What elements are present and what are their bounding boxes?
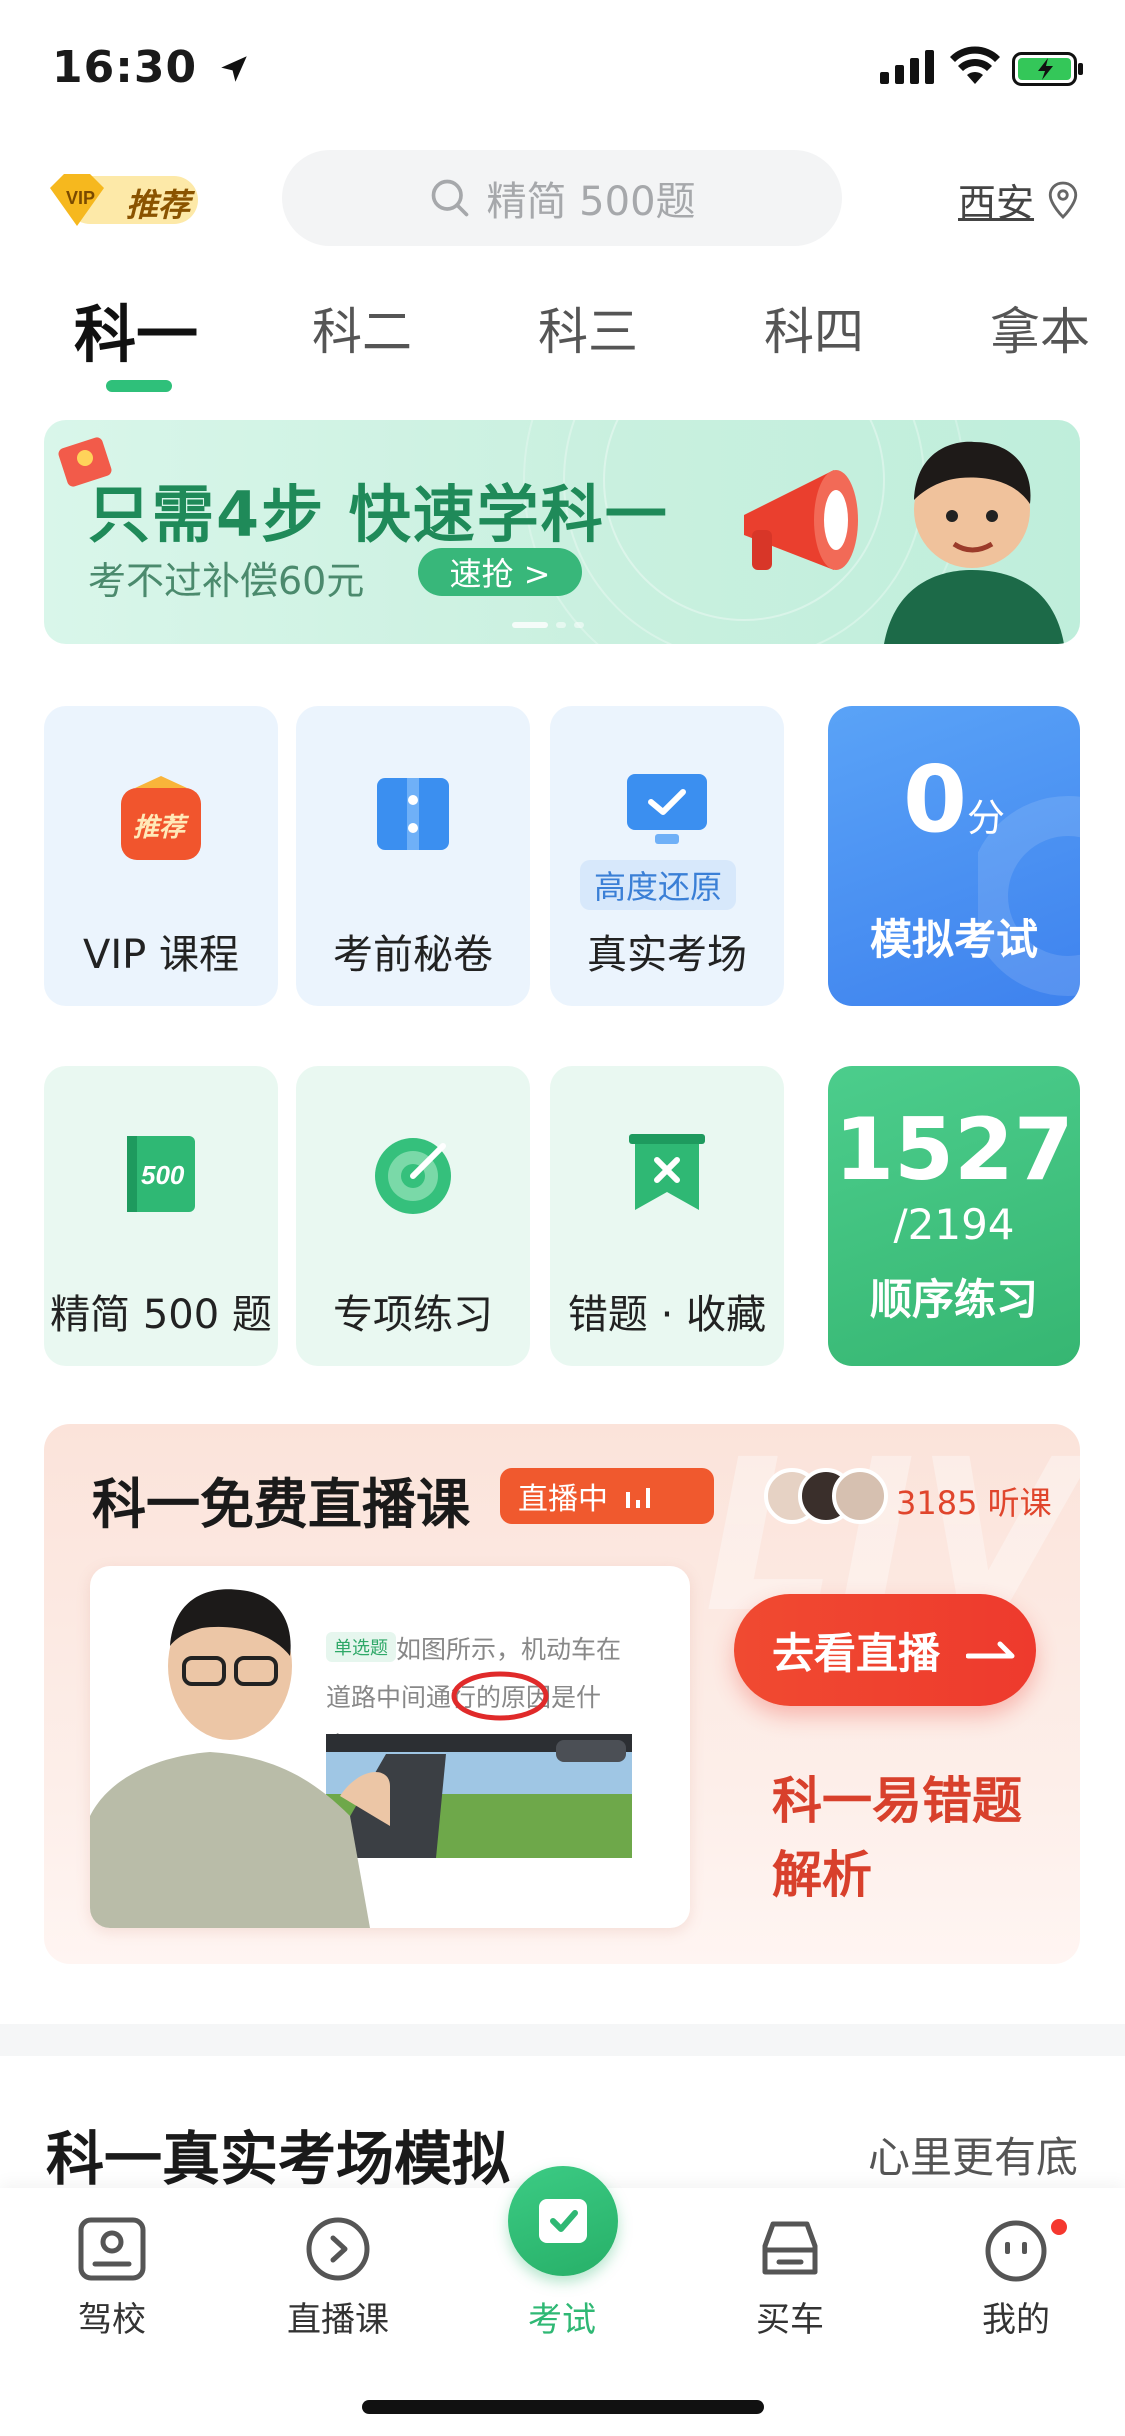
notification-dot	[1048, 2216, 1070, 2238]
watch-live-button[interactable]: 去看直播	[734, 1594, 1036, 1706]
live-topic: 科一易错题解析	[772, 1772, 1022, 1904]
mock-exam-card[interactable]: 0分 模拟考试	[828, 706, 1080, 1006]
wrong-favorites-tile[interactable]: 错题 · 收藏	[550, 1066, 784, 1366]
location-pin-icon[interactable]	[1046, 180, 1080, 220]
nav-driving-school-label: 驾校	[78, 2300, 146, 2340]
lite-500-label: 精简 500 题	[50, 1292, 272, 1338]
vip-recommend-badge[interactable]: VIP 推荐	[46, 170, 200, 230]
car-icon	[762, 2221, 818, 2275]
sequence-practice-card[interactable]: 1527 /2194 顺序练习	[828, 1066, 1080, 1366]
special-practice-tile[interactable]: 专项练习	[296, 1066, 530, 1366]
section-subtitle: 心里更有底	[868, 2133, 1079, 2182]
listener-avatars	[764, 1468, 888, 1524]
wrong-favorites-label: 错题 · 收藏	[567, 1292, 767, 1338]
location-arrow-icon	[221, 56, 248, 82]
city-selector[interactable]: 西安	[958, 172, 1034, 227]
driving-school-icon	[78, 2217, 146, 2281]
bookmark-x-icon	[629, 1134, 705, 1210]
svg-text:500: 500	[141, 1160, 185, 1190]
secret-paper-tile[interactable]: 考前秘卷	[296, 706, 530, 1006]
tab-license[interactable]: 拿本	[990, 292, 1090, 364]
live-course-card[interactable]: LIVE 科一免费直播课 直播中 3185 听课 单选题 如图所示，机动车在道路…	[44, 1424, 1080, 1964]
sequence-label: 顺序练习	[869, 1275, 1038, 1324]
real-exam-tile[interactable]: 高度还原 真实考场	[550, 706, 784, 1006]
live-play-icon	[306, 2217, 370, 2281]
vip-course-label: VIP 课程	[83, 932, 239, 978]
search-bar[interactable]: 精简 500题	[282, 150, 842, 246]
highlight-circle	[451, 1671, 549, 1721]
nav-driving-school[interactable]: 驾校	[32, 2216, 192, 2341]
secret-paper-icon	[377, 778, 449, 850]
tab-ke3[interactable]: 科三	[538, 292, 638, 364]
svg-text:推荐: 推荐	[133, 812, 190, 842]
nav-exam[interactable]	[508, 2166, 618, 2276]
nav-exam-label: 考试	[528, 2300, 596, 2340]
home-indicator	[362, 2400, 764, 2414]
target-icon	[375, 1138, 451, 1214]
section-divider	[0, 2024, 1125, 2056]
tab-active-indicator	[106, 380, 172, 392]
banner-title: 只需4步 快速学科一	[88, 478, 669, 551]
nav-live-course-label: 直播课	[287, 2300, 389, 2340]
nav-buy-car-label: 买车	[756, 2300, 824, 2340]
arrow-right-icon	[966, 1641, 1015, 1659]
status-time: 16:30	[52, 42, 251, 93]
vip-recommend-icon: 推荐	[121, 776, 201, 860]
search-placeholder: 精简 500题	[486, 179, 696, 225]
vip-course-tile[interactable]: 推荐 VIP 课程	[44, 706, 278, 1006]
lite-500-tile[interactable]: 500 精简 500 题	[44, 1066, 278, 1366]
carousel-dot	[574, 622, 584, 628]
search-icon	[432, 179, 469, 217]
banner-subtitle: 考不过补偿60元	[88, 559, 365, 603]
carousel-dot	[556, 622, 566, 628]
presenter-figure	[884, 441, 1064, 644]
tab-ke2[interactable]: 科二	[312, 292, 412, 364]
live-bars-icon	[626, 1488, 650, 1508]
sequence-total: /2194	[893, 1200, 1015, 1249]
cellular-signal-icon	[880, 50, 934, 84]
special-practice-label: 专项练习	[333, 1292, 493, 1338]
svg-text:VIP: VIP	[66, 188, 95, 208]
tab-ke1[interactable]: 科一	[74, 284, 198, 374]
sequence-done: 1527	[834, 1100, 1074, 1200]
secret-paper-label: 考前秘卷	[333, 932, 493, 978]
carousel-dot-active	[512, 622, 548, 628]
tab-ke4[interactable]: 科四	[764, 292, 864, 364]
nav-live-course[interactable]: 直播课	[258, 2216, 418, 2341]
wifi-icon	[950, 46, 1000, 84]
promo-banner[interactable]: 只需4步 快速学科一 考不过补偿60元 速抢 >	[44, 420, 1080, 644]
bottom-nav: 驾校 直播课 考试 买车 我的	[0, 2166, 1125, 2436]
teacher-figure	[90, 1589, 390, 1928]
nav-buy-car[interactable]: 买车	[710, 2216, 870, 2341]
section-title: 科一真实考场模拟	[46, 2125, 511, 2193]
nav-profile-label: 我的	[982, 2300, 1050, 2340]
live-title: 科一免费直播课	[92, 1473, 470, 1536]
live-status-badge: 直播中	[500, 1468, 714, 1524]
monitor-check-icon	[627, 774, 707, 844]
banner-grab-button[interactable]: 速抢 >	[418, 548, 582, 596]
listener-count: 3185 听课	[896, 1484, 1052, 1522]
real-exam-label: 真实考场	[587, 932, 747, 978]
nav-profile[interactable]: 我的	[936, 2216, 1096, 2341]
high-fidelity-tag: 高度还原	[580, 860, 737, 910]
live-preview-video[interactable]: 单选题 如图所示，机动车在道路中间通行的原因是什么?	[90, 1566, 690, 1928]
battery-charging-icon	[1012, 52, 1083, 86]
mock-exam-label: 模拟考试	[869, 915, 1038, 964]
vip-badge-label: 推荐	[126, 186, 191, 224]
exam-check-icon	[539, 2199, 587, 2243]
book-500-icon: 500	[127, 1136, 195, 1212]
profile-face-icon	[985, 2220, 1047, 2282]
mock-exam-score: 0分	[902, 746, 1006, 853]
